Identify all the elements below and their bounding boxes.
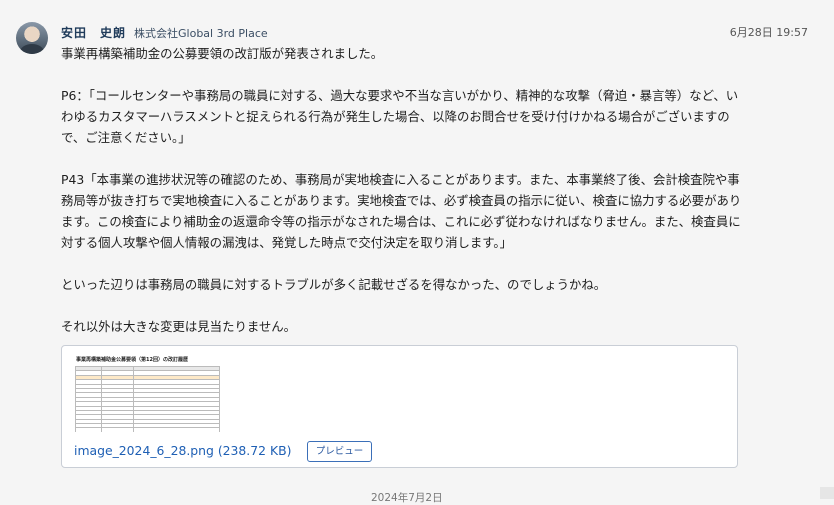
author-avatar[interactable] (16, 22, 48, 54)
message-paragraph: それ以外は大きな変更は見当たりません。 (61, 319, 297, 334)
preview-button[interactable]: プレビュー (307, 441, 372, 462)
message-paragraph: P6：「コールセンターや事務局の職員に対する、過大な要求や不当な言いがかり、精神… (61, 88, 739, 145)
post-header: 安田 史朗 株式会社Global 3rd Place 6月28日 19:57 (61, 25, 808, 41)
message-spacer (61, 253, 746, 274)
thumbnail-table (75, 365, 221, 432)
author-company: 株式会社Global 3rd Place (134, 27, 268, 40)
message-paragraph: P43「本事業の進捗状況等の確認のため、事務局が実地検査に入ることがあります。ま… (61, 172, 742, 250)
message-spacer (61, 295, 746, 316)
thumbnail-title: 事業再構築補助金公募要領（第12回）の改訂履歴 (76, 357, 188, 363)
date-divider: 2024年7月2日 (371, 492, 443, 504)
message-body: 事業再構築補助金の公募要領の改訂版が発表されました。 P6：「コールセンターや事… (61, 43, 746, 337)
message-paragraph: 事業再構築補助金の公募要領の改訂版が発表されました。 (61, 46, 384, 61)
message-spacer (61, 64, 746, 85)
message-paragraph: といった辺りは事務局の職員に対するトラブルが多く記載せざるを得なかった、のでしょ… (61, 277, 607, 292)
attachment-filename-link[interactable]: image_2024_6_28.png (238.72 KB) (74, 443, 291, 458)
post-timestamp[interactable]: 6月28日 19:57 (730, 25, 808, 41)
attachment-card: 事業再構築補助金公募要領（第12回）の改訂履歴 image_2024_6_28.… (61, 345, 738, 468)
attachment-thumbnail[interactable]: 事業再構築補助金公募要領（第12回）の改訂履歴 (72, 354, 222, 432)
scroll-edge (820, 487, 834, 499)
message-spacer (61, 148, 746, 169)
author-name[interactable]: 安田 史朗 (61, 26, 126, 40)
